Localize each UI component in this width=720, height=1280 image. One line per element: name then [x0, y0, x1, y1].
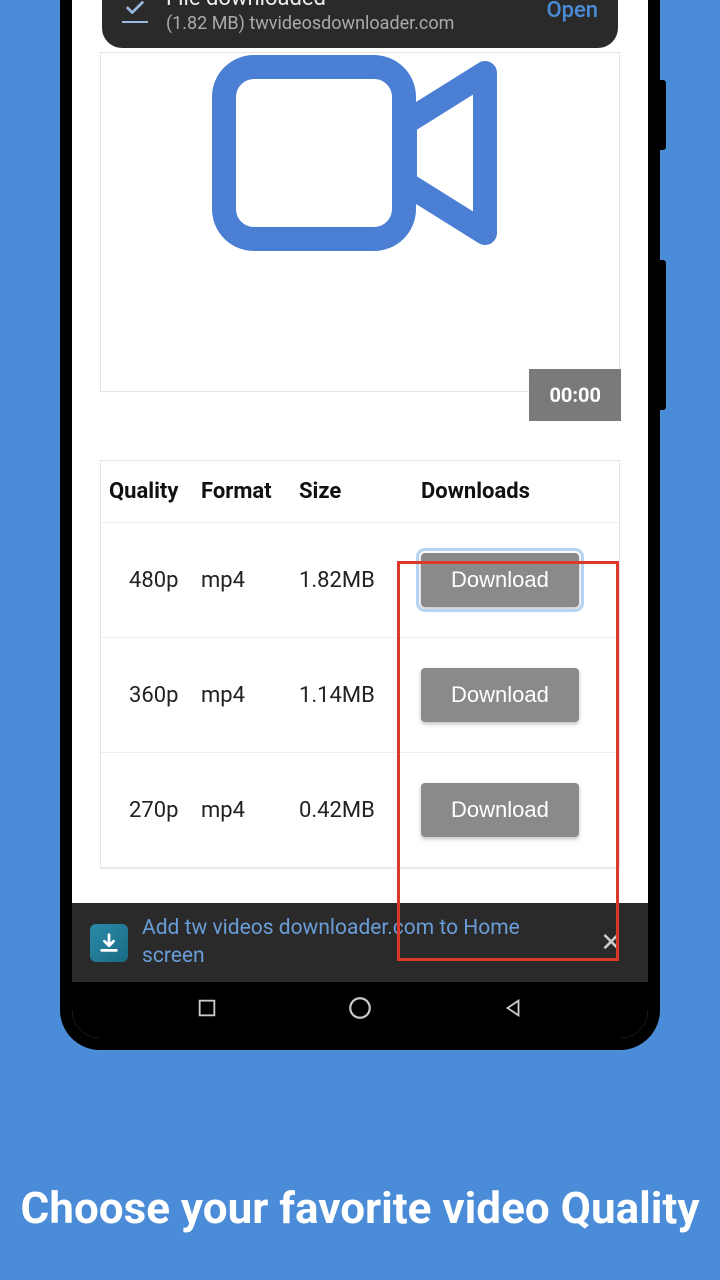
- header-format: Format: [201, 479, 291, 504]
- cell-quality: 270p: [109, 798, 201, 823]
- download-button[interactable]: Download: [421, 783, 579, 837]
- cell-quality: 360p: [109, 683, 201, 708]
- banner-text: Add tw videos downloader.com to Home scr…: [142, 915, 578, 970]
- header-quality: Quality: [109, 479, 201, 504]
- cell-quality: 480p: [109, 568, 201, 593]
- download-button[interactable]: Download: [421, 668, 579, 722]
- quality-table: Quality Format Size Downloads 480pmp41.8…: [100, 460, 620, 869]
- header-size: Size: [291, 479, 391, 504]
- video-preview: 00:00: [100, 52, 620, 392]
- table-header: Quality Format Size Downloads: [101, 461, 619, 523]
- cell-size: 1.82MB: [291, 568, 391, 593]
- toast-subtitle: (1.82 MB) twvideosdownloader.com: [166, 13, 528, 34]
- download-toast[interactable]: File downloaded (1.82 MB) twvideosdownlo…: [102, 0, 618, 48]
- cell-size: 1.14MB: [291, 683, 391, 708]
- table-row: 480pmp41.82MB Download: [101, 523, 619, 638]
- cell-format: mp4: [201, 683, 291, 708]
- table-row: 270pmp40.42MB Download: [101, 753, 619, 868]
- cell-size: 0.42MB: [291, 798, 391, 823]
- android-navbar: [72, 982, 648, 1038]
- table-row: 360pmp41.14MB Download: [101, 638, 619, 753]
- toast-title: File downloaded: [166, 0, 528, 11]
- cell-format: mp4: [201, 568, 291, 593]
- back-button[interactable]: [502, 997, 524, 1023]
- cell-format: mp4: [201, 798, 291, 823]
- add-to-home-banner[interactable]: Add tw videos downloader.com to Home scr…: [72, 903, 648, 982]
- download-button[interactable]: Download: [421, 553, 579, 607]
- close-icon[interactable]: ✕: [592, 924, 630, 962]
- home-button[interactable]: [347, 995, 373, 1025]
- open-button[interactable]: Open: [546, 0, 598, 23]
- video-duration: 00:00: [529, 369, 621, 421]
- download-arrow-icon: [90, 924, 128, 962]
- video-camera-icon: [210, 53, 510, 257]
- header-downloads: Downloads: [391, 479, 611, 504]
- check-icon: [122, 0, 148, 23]
- promo-caption: Choose your favorite video Quality: [0, 1178, 720, 1240]
- recent-apps-button[interactable]: [196, 997, 218, 1023]
